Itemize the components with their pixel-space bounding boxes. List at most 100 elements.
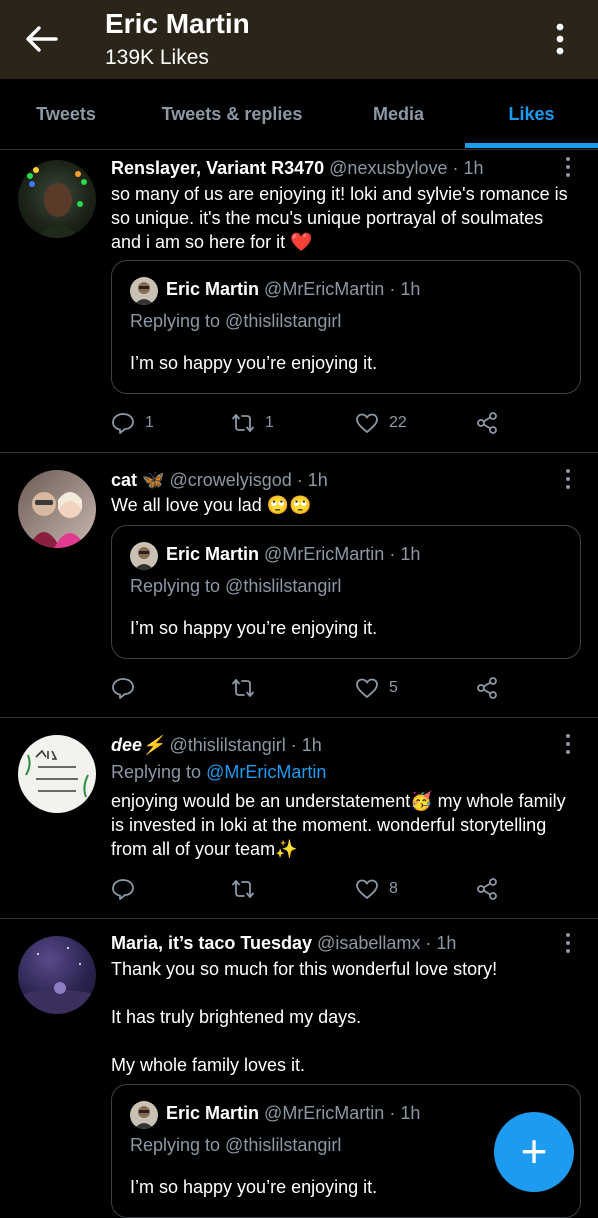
tweet-more-icon[interactable] (562, 932, 574, 954)
tweet-time: · 1h (290, 735, 322, 755)
plus-icon: + (520, 1125, 548, 1177)
share-icon (477, 878, 497, 900)
quoted-avatar (130, 277, 158, 305)
back-arrow-icon[interactable] (24, 24, 58, 54)
author-name[interactable]: cat 🦋 (111, 470, 164, 490)
share-icon (477, 677, 497, 699)
reply-icon (112, 678, 134, 699)
tweet-meta: dee⚡ @thislilstangirl · 1h (111, 735, 322, 756)
retweet-button[interactable] (231, 874, 265, 904)
tweet[interactable]: cat 🦋 @crowelyisgod · 1h We all love you… (0, 453, 598, 718)
like-button[interactable]: 5 (355, 673, 398, 703)
author-name[interactable]: dee⚡ (111, 735, 164, 755)
profile-name: Eric Martin (105, 8, 250, 39)
share-button[interactable] (475, 874, 499, 904)
tweet-more-icon[interactable] (562, 733, 574, 755)
mention-link[interactable]: @MrEricMartin (206, 762, 326, 782)
avatar[interactable] (18, 936, 96, 1014)
avatar[interactable] (18, 470, 96, 548)
tweet-text: We all love you lad 🙄🙄 (111, 493, 571, 517)
tweet[interactable]: dee⚡ @thislilstangirl · 1h Replying to @… (0, 718, 598, 919)
like-button[interactable]: 8 (355, 874, 398, 904)
compose-tweet-button[interactable]: + (494, 1112, 574, 1192)
author-handle[interactable]: @thislilstangirl (169, 735, 285, 755)
tweet-text: enjoying would be an understatement🥳 my … (111, 789, 571, 861)
author-handle[interactable]: @crowelyisgod (169, 470, 291, 490)
quoted-author-name: Eric Martin (166, 1103, 260, 1123)
share-button[interactable] (475, 673, 499, 703)
share-icon (477, 412, 497, 434)
tweet-line: enjoying would be an understatement🥳 my … (111, 791, 566, 811)
quoted-author-name: Eric Martin (166, 544, 260, 564)
heart-icon (356, 879, 378, 899)
quoted-replying-to: Replying to @thislilstangirl (130, 1135, 342, 1155)
tweet-line: is invested in loki at the moment. wonde… (111, 815, 547, 835)
quoted-tweet[interactable]: Eric Martin @MrEricMartin · 1h Replying … (111, 260, 581, 394)
tweet-line: My whole family loves it. (111, 1055, 306, 1075)
quoted-avatar (130, 542, 158, 570)
reply-count: 1 (145, 414, 154, 431)
reply-button[interactable] (111, 874, 145, 904)
tab-media[interactable]: Media (332, 79, 465, 149)
like-button[interactable]: 22 (355, 408, 407, 438)
heart-icon (356, 678, 378, 698)
tweet-more-icon[interactable] (562, 468, 574, 490)
tweet-text: so many of us are enjoying it! loki and … (111, 182, 571, 254)
reply-icon (112, 879, 134, 900)
quoted-author-handle: @MrEricMartin (264, 1103, 385, 1123)
author-name[interactable]: Renslayer, Variant R3470 (111, 158, 324, 178)
quoted-meta: Eric Martin @MrEricMartin · 1h (166, 279, 420, 300)
tweet-actions: 5 (111, 673, 581, 703)
author-handle[interactable]: @isabellamx (317, 933, 420, 953)
profile-header: Eric Martin 139K Likes (0, 0, 598, 79)
tweet-time: · 1h (296, 470, 328, 490)
share-button[interactable] (475, 408, 499, 438)
tweet-time: · 1h (425, 933, 457, 953)
avatar-image (25, 749, 89, 798)
likes-count: 139K Likes (105, 46, 209, 69)
retweet-count: 1 (265, 414, 274, 431)
reply-button[interactable] (111, 673, 145, 703)
tab-tweets[interactable]: Tweets (0, 79, 132, 149)
more-options-icon[interactable] (552, 22, 568, 56)
author-handle[interactable]: @nexusbylove (329, 158, 447, 178)
quoted-replying-to: Replying to @thislilstangirl (130, 311, 342, 331)
tweet-line: so many of us are enjoying it! loki and … (111, 184, 568, 204)
quoted-time: · 1h (389, 1103, 421, 1123)
retweet-button[interactable]: 1 (231, 408, 274, 438)
tab-likes[interactable]: Likes (465, 79, 598, 149)
retweet-button[interactable] (231, 673, 265, 703)
avatar[interactable] (18, 735, 96, 813)
replying-to-label: Replying to (111, 762, 202, 782)
quoted-replying-to: Replying to @thislilstangirl (130, 576, 342, 596)
tweet-text: Thank you so much for this wonderful lov… (111, 957, 571, 1077)
quoted-text: I’m so happy you’re enjoying it. (130, 618, 378, 638)
quoted-meta: Eric Martin @MrEricMartin · 1h (166, 1103, 420, 1124)
avatar-image (18, 947, 96, 1014)
tab-tweets-replies[interactable]: Tweets & replies (132, 79, 332, 149)
like-count: 5 (389, 679, 398, 696)
tweet-time: · 1h (452, 158, 484, 178)
tweet-line: We all love you lad 🙄🙄 (111, 495, 312, 515)
reply-button[interactable]: 1 (111, 408, 154, 438)
tweet-line: so unique. it's the mcu's unique portray… (111, 208, 544, 228)
quoted-text: I’m so happy you’re enjoying it. (130, 353, 378, 373)
tweet-meta: Maria, it’s taco Tuesday @isabellamx · 1… (111, 933, 456, 954)
avatar-image (27, 167, 87, 238)
tweet[interactable]: Renslayer, Variant R3470 @nexusbylove · … (0, 150, 598, 453)
avatar[interactable] (18, 160, 96, 238)
avatar-image (28, 492, 86, 548)
author-name[interactable]: Maria, it’s taco Tuesday (111, 933, 312, 953)
retweet-icon (232, 679, 254, 697)
quoted-meta: Eric Martin @MrEricMartin · 1h (166, 544, 420, 565)
tweet-meta: Renslayer, Variant R3470 @nexusbylove · … (111, 158, 484, 179)
quoted-tweet[interactable]: Eric Martin @MrEricMartin · 1h Replying … (111, 525, 581, 659)
quoted-author-handle: @MrEricMartin (264, 544, 385, 564)
tweet-more-icon[interactable] (562, 156, 574, 178)
active-tab-indicator (465, 143, 598, 148)
replying-to: Replying to @MrEricMartin (111, 762, 326, 783)
profile-tabs: Tweets Tweets & replies Media Likes (0, 79, 598, 150)
tweet-line: It has truly brightened my days. (111, 1007, 362, 1027)
